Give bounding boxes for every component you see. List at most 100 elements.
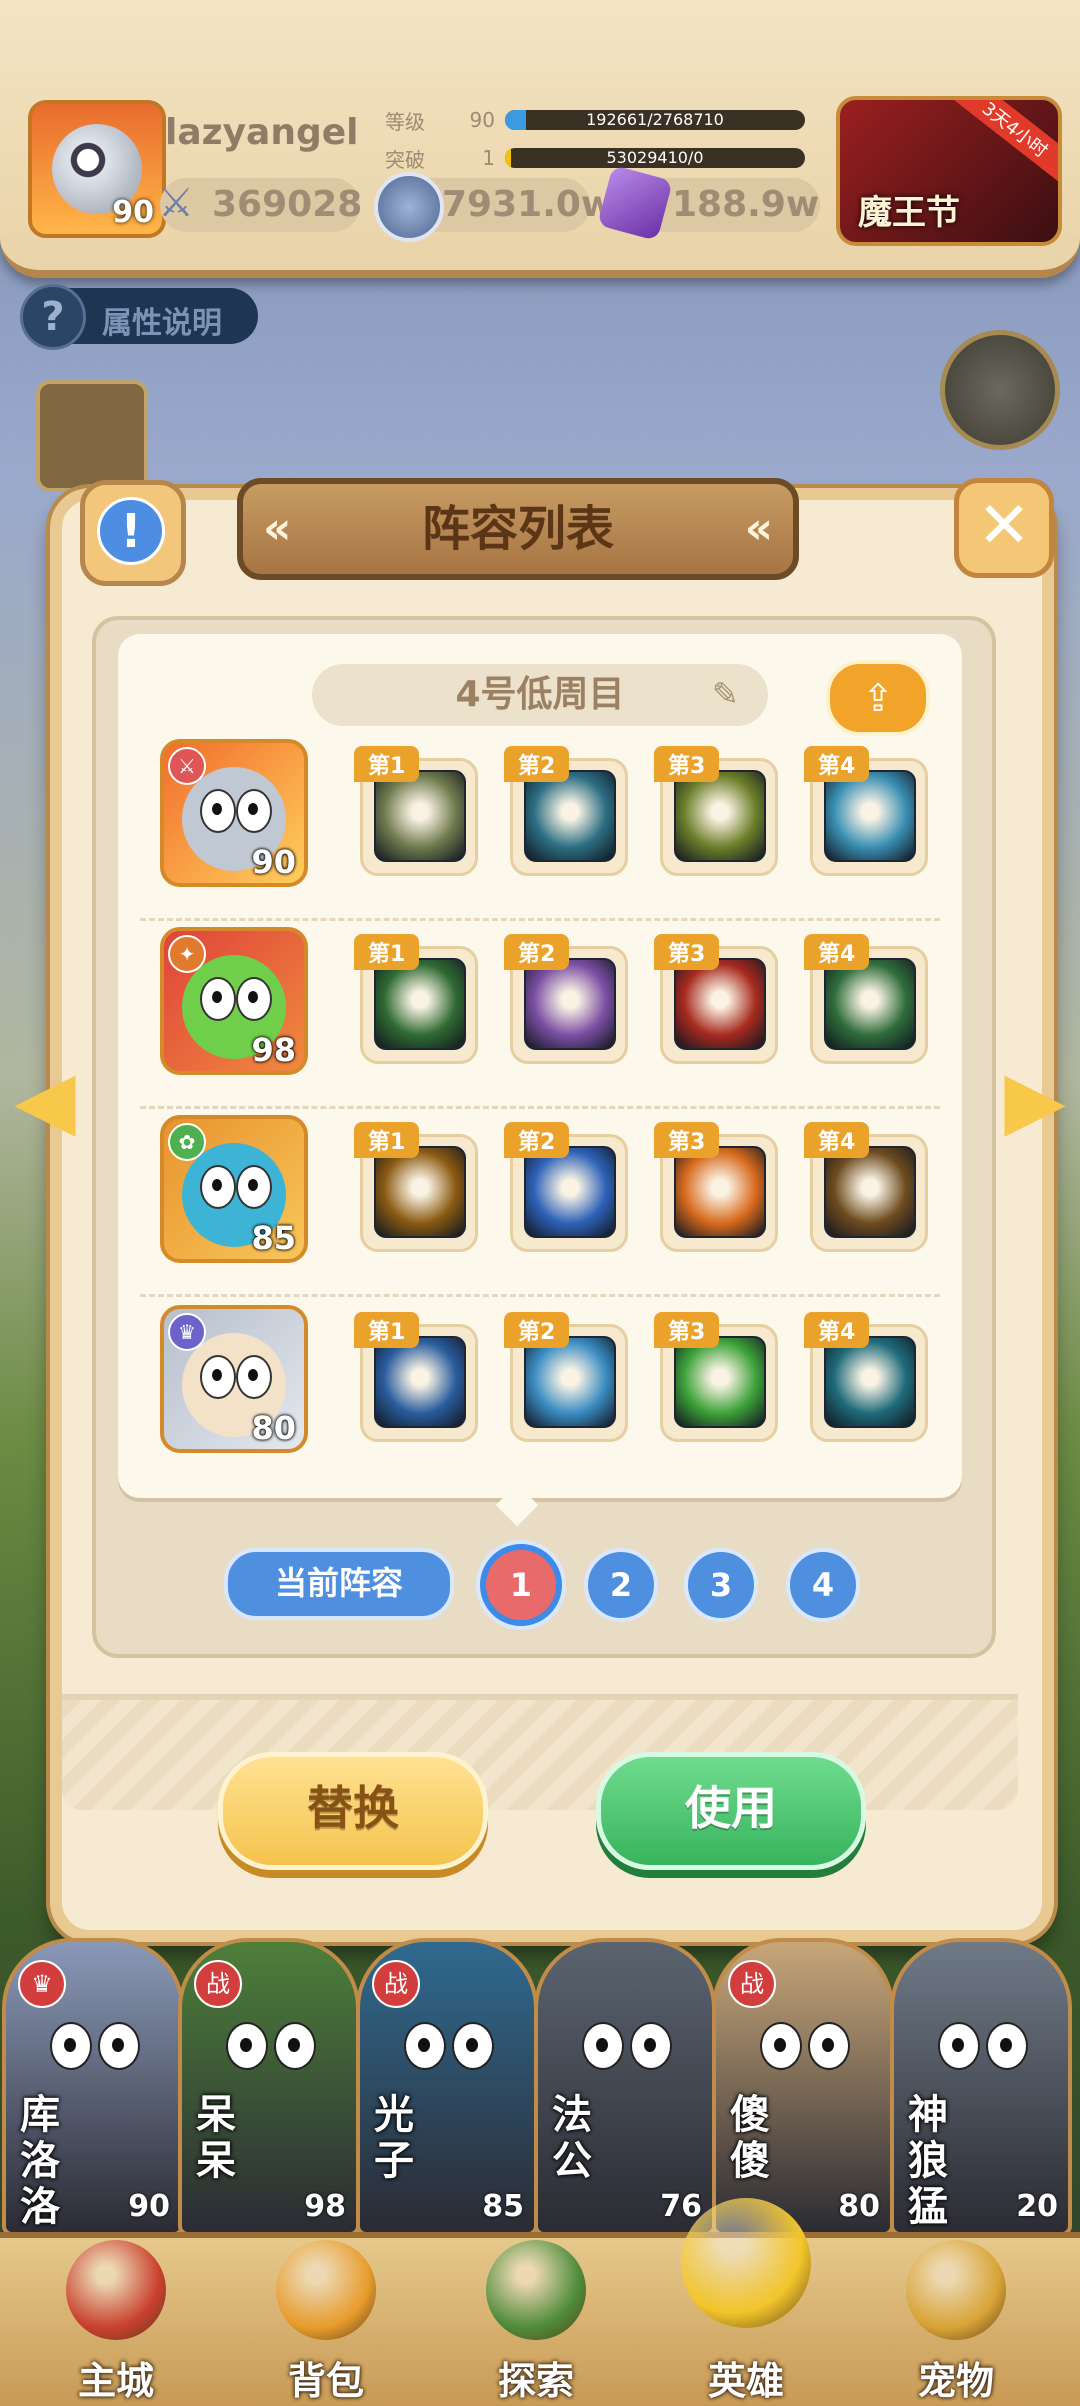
prev-page-arrow[interactable]: ◀ [14,1060,76,1140]
lineup-page-3[interactable]: 3 [684,1548,758,1622]
skill-slot[interactable]: 第3 [654,1122,778,1252]
coin-icon [374,172,444,242]
green-blade-icon [824,958,916,1050]
lineup-row: ♛ 80 第1 第2 第3 第4 [150,1290,940,1460]
emblem-icon[interactable] [940,330,1060,450]
hero-eyes [756,2022,856,2072]
nav-map[interactable]: 探索 [436,2238,636,2406]
skill-slot[interactable]: 第1 [354,1312,478,1442]
skill-slot[interactable]: 第4 [804,746,928,876]
skill-order-tag: 第2 [504,1122,570,1158]
skill-slot[interactable]: 第4 [804,1312,928,1442]
hero-portrait-knight-duck[interactable]: ⚔ 90 [160,739,308,887]
skill-slot[interactable]: 第3 [654,1312,778,1442]
coin-counter[interactable]: 7931.0w [374,172,614,242]
hero-card[interactable]: 神狼猛 20 [890,1938,1072,2236]
star-burst-icon [374,1146,466,1238]
skill-slot[interactable]: 第1 [354,934,478,1064]
skill-order-tag: 第1 [354,746,420,782]
skill-slot[interactable]: 第3 [654,746,778,876]
flame-spear-icon [674,1146,766,1238]
skill-order-tag: 第3 [654,1312,720,1348]
battle-badge-icon: 战 [194,1960,242,2008]
hero-level: 90 [128,2189,170,2224]
hero-level: 90 [251,843,296,881]
skill-slot[interactable]: 第4 [804,1122,928,1252]
chevron-left-icon: « [263,503,292,554]
hero-eyes [400,2022,500,2072]
player-avatar[interactable]: 90 [28,100,166,238]
backpack-icon [276,2240,376,2340]
gem-counter[interactable]: 188.9w [597,165,820,241]
skill-slot[interactable]: 第4 [804,934,928,1064]
chevron-right-icon: « [744,503,773,554]
close-icon: ✕ [977,489,1031,563]
element-icon: ✦ [168,935,206,973]
gem-value: 188.9w [672,184,820,225]
replace-button[interactable]: 替换 [218,1752,488,1870]
hero-portrait-green-orc[interactable]: ✦ 98 [160,927,308,1075]
next-page-arrow[interactable]: ▶ [1004,1060,1066,1140]
lineup-name-field[interactable]: 4号低周目 [312,664,768,726]
skill-slot[interactable]: 第2 [504,1122,628,1252]
break-label: 突破 [385,147,425,172]
share-icon: ⇪ [862,676,894,720]
golden-shield-icon [674,770,766,862]
skill-order-tag: 第2 [504,934,570,970]
attribute-help-button[interactable]: ? 属性说明 [20,284,258,350]
skill-slot[interactable]: 第1 [354,1122,478,1252]
skill-order-tag: 第3 [654,746,720,782]
nav-label: 探索 [497,2359,574,2403]
close-button[interactable]: ✕ [954,478,1054,578]
skill-order-tag: 第4 [804,1312,870,1348]
hero-card[interactable]: ♛ 库洛洛 90 [2,1938,184,2236]
use-button[interactable]: 使用 [596,1752,866,1870]
nav-label: 英雄 [707,2359,784,2403]
weapon-slot[interactable] [36,380,148,492]
skill-slot[interactable]: 第2 [504,934,628,1064]
bottom-nav: 主城 背包 探索 英雄 宠物 [0,2198,1080,2406]
hero-eyes [222,2022,322,2072]
question-icon: ? [20,284,86,350]
nav-backpack[interactable]: 背包 [226,2238,426,2406]
event-banner[interactable]: 3天4小时 魔王节 [836,96,1062,246]
hero-card[interactable]: 法公 76 [534,1938,716,2236]
lineup-page-4[interactable]: 4 [786,1548,860,1622]
dialog-title-banner: « 阵容列表 « [237,478,799,580]
skill-order-tag: 第3 [654,1122,720,1158]
info-button[interactable]: ! [80,480,186,586]
skill-slot[interactable]: 第2 [504,1312,628,1442]
hero-portrait-blue-fish-warrior[interactable]: ✿ 85 [160,1115,308,1263]
hero-card[interactable]: 战呆呆 98 [178,1938,360,2236]
hero-card[interactable]: 战光子 85 [356,1938,538,2236]
hero-name: 神狼猛 [908,2092,948,2230]
hero-roster: ♛ 库洛洛 90 战呆呆 98 战光子 85 法公 76 战傻傻 80 神狼猛 20 [0,1928,1080,2236]
castle-icon [66,2240,166,2340]
hero-name: 库洛洛 [20,2092,60,2230]
hero-eye [200,1165,236,1209]
hero-eye [200,977,236,1021]
hero-portrait-crowned-egg[interactable]: ♛ 80 [160,1305,308,1453]
break-bar: 53029410/0 [505,148,805,168]
hero-level: 76 [660,2189,702,2224]
edit-icon[interactable]: ✎ [712,676,748,712]
decor-pattern [62,1700,1018,1810]
nav-hero[interactable]: 英雄 [646,2198,846,2406]
skill-slot[interactable]: 第2 [504,746,628,876]
nav-castle[interactable]: 主城 [16,2238,216,2406]
combat-power-value: 369028 [212,184,363,225]
hero-level: 20 [1016,2189,1058,2224]
exclamation-icon: ! [97,497,165,565]
lineup-page-1[interactable]: 1 [480,1544,562,1626]
hero-name: 呆呆 [196,2092,236,2184]
nav-pet[interactable]: 宠物 [856,2238,1056,2406]
break-text: 53029410/0 [606,148,704,167]
skill-slot[interactable]: 第1 [354,746,478,876]
break-value: 1 [482,146,495,170]
skill-slot[interactable]: 第3 [654,934,778,1064]
lineup-page-2[interactable]: 2 [584,1548,658,1622]
lineup-row: ✿ 85 第1 第2 第3 第4 [150,1100,940,1270]
event-title: 魔王节 [858,193,960,233]
hero-eyes [578,2022,678,2072]
hero-card[interactable]: 战傻傻 80 [712,1938,894,2236]
